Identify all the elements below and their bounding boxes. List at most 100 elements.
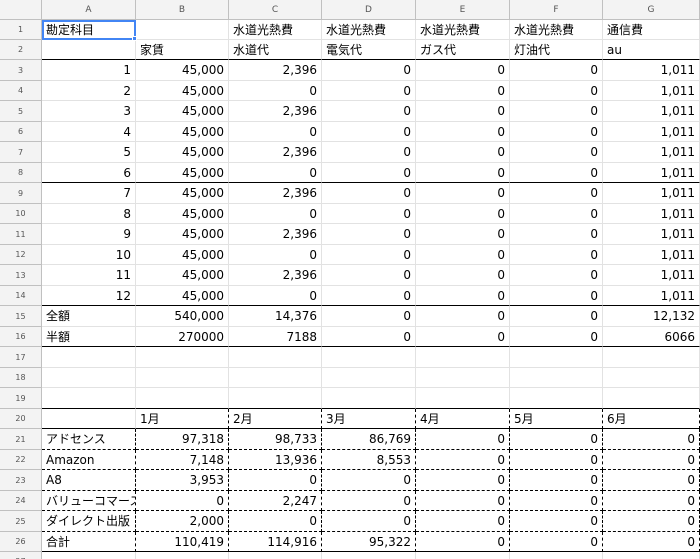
expense-value-cell[interactable]: 0 [510,60,603,81]
income-value-cell[interactable]: 95,322 [322,532,416,552]
month-label-cell[interactable]: 3月 [322,409,416,429]
header-category-cell[interactable]: 水道光熱費 [416,20,510,40]
expense-value-cell[interactable]: 45,000 [136,142,229,163]
income-value-cell[interactable]: 0 [603,532,700,552]
income-value-cell[interactable]: 7,148 [136,450,229,470]
total-value-cell[interactable]: 0 [322,306,416,327]
row-header-19[interactable]: 19 [0,388,42,409]
empty-cell[interactable] [136,368,229,388]
row-header-13[interactable]: 13 [0,265,42,286]
row-header-27[interactable]: 27 [0,552,42,559]
expense-value-cell[interactable]: 45,000 [136,81,229,101]
income-source-cell[interactable]: アドセンス [42,429,136,450]
income-value-cell[interactable]: 3,953 [136,470,229,491]
total-value-cell[interactable]: 6066 [603,327,700,347]
income-value-cell[interactable]: 0 [229,470,322,491]
income-value-cell[interactable]: 0 [603,491,700,511]
expense-value-cell[interactable]: 1,011 [603,224,700,245]
expense-value-cell[interactable]: 0 [229,81,322,101]
empty-cell[interactable] [136,552,229,559]
income-value-cell[interactable]: 0 [416,470,510,491]
income-value-cell[interactable]: 2,000 [136,511,229,532]
empty-cell[interactable] [416,552,510,559]
month-label-cell[interactable]: 2月 [229,409,322,429]
empty-cell[interactable] [42,368,136,388]
expense-value-cell[interactable]: 1,011 [603,183,700,204]
expense-value-cell[interactable]: 0 [416,183,510,204]
expense-value-cell[interactable]: 45,000 [136,122,229,142]
selection-fill-handle[interactable] [132,36,137,41]
total-value-cell[interactable]: 0 [510,327,603,347]
expense-value-cell[interactable]: 1,011 [603,204,700,224]
row-header-8[interactable]: 8 [0,163,42,183]
total-value-cell[interactable]: 0 [416,306,510,327]
income-value-cell[interactable]: 8,553 [322,450,416,470]
income-value-cell[interactable]: 0 [322,511,416,532]
expense-value-cell[interactable]: 2,396 [229,101,322,122]
month-number-cell[interactable]: 6 [42,163,136,183]
month-number-cell[interactable]: 12 [42,286,136,306]
column-header-d[interactable]: D [322,0,416,20]
empty-cell[interactable] [42,552,136,559]
row-header-23[interactable]: 23 [0,470,42,491]
expense-value-cell[interactable]: 1,011 [603,122,700,142]
expense-value-cell[interactable]: 45,000 [136,204,229,224]
total-value-cell[interactable]: 0 [322,327,416,347]
month-label-cell[interactable]: 4月 [416,409,510,429]
total-label-cell[interactable]: 半額 [42,327,136,347]
empty-cell[interactable] [322,347,416,368]
header-category-cell[interactable]: 水道光熱費 [322,20,416,40]
expense-value-cell[interactable]: 0 [416,101,510,122]
empty-cell[interactable] [416,368,510,388]
month-number-cell[interactable]: 10 [42,245,136,265]
column-header-a[interactable]: A [42,0,136,20]
row-header-4[interactable]: 4 [0,81,42,101]
income-value-cell[interactable]: 86,769 [322,429,416,450]
header-item-cell[interactable]: 灯油代 [510,40,603,60]
month-number-cell[interactable]: 11 [42,265,136,286]
expense-value-cell[interactable]: 1,011 [603,163,700,183]
empty-cell[interactable] [416,347,510,368]
expense-value-cell[interactable]: 0 [416,224,510,245]
month-number-cell[interactable]: 4 [42,122,136,142]
header-category-cell[interactable]: 水道光熱費 [510,20,603,40]
expense-value-cell[interactable]: 45,000 [136,265,229,286]
expense-value-cell[interactable]: 0 [229,286,322,306]
expense-value-cell[interactable]: 1,011 [603,81,700,101]
income-value-cell[interactable]: 0 [510,429,603,450]
row-header-7[interactable]: 7 [0,142,42,163]
expense-value-cell[interactable]: 0 [510,204,603,224]
column-header-b[interactable]: B [136,0,229,20]
row-header-2[interactable]: 2 [0,40,42,60]
expense-value-cell[interactable]: 2,396 [229,265,322,286]
expense-value-cell[interactable]: 0 [229,163,322,183]
column-header-g[interactable]: G [603,0,700,20]
expense-value-cell[interactable]: 45,000 [136,286,229,306]
row-header-21[interactable]: 21 [0,429,42,450]
expense-value-cell[interactable]: 1,011 [603,265,700,286]
empty-cell[interactable] [603,368,700,388]
income-value-cell[interactable]: 114,916 [229,532,322,552]
expense-value-cell[interactable]: 0 [322,286,416,306]
spreadsheet-grid[interactable]: A B C D E F G 1 2 3 4 5 6 7 8 9 10 11 12 13 14 15 16 17 18 19 20 21… [0,0,700,559]
empty-cell[interactable] [510,347,603,368]
month-number-cell[interactable]: 2 [42,81,136,101]
expense-value-cell[interactable]: 0 [510,183,603,204]
header-category-cell[interactable]: 水道光熱費 [229,20,322,40]
expense-value-cell[interactable]: 0 [416,142,510,163]
month-label-cell[interactable]: 6月 [603,409,700,429]
expense-value-cell[interactable]: 1,011 [603,142,700,163]
expense-value-cell[interactable]: 0 [510,101,603,122]
expense-value-cell[interactable]: 45,000 [136,101,229,122]
expense-value-cell[interactable]: 0 [510,163,603,183]
empty-cell[interactable] [42,347,136,368]
row-header-20[interactable]: 20 [0,409,42,429]
expense-value-cell[interactable]: 0 [322,265,416,286]
income-value-cell[interactable]: 0 [510,470,603,491]
empty-cell[interactable] [42,409,136,429]
expense-value-cell[interactable]: 45,000 [136,163,229,183]
expense-value-cell[interactable]: 0 [322,142,416,163]
row-header-15[interactable]: 15 [0,306,42,327]
row-header-1[interactable]: 1 [0,20,42,40]
total-value-cell[interactable]: 270000 [136,327,229,347]
